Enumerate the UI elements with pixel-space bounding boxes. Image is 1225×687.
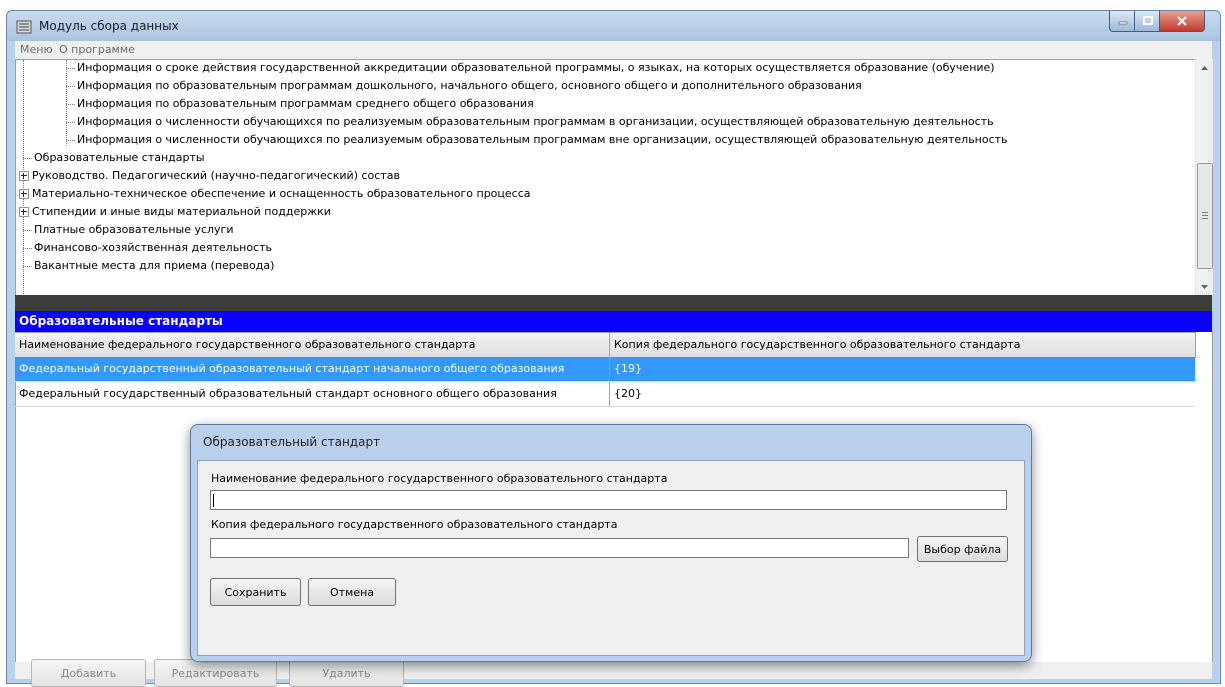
splitter[interactable] (15, 295, 1212, 311)
window-title: Модуль сбора данных (39, 19, 179, 33)
edit-button[interactable]: Редактировать (154, 659, 277, 687)
cancel-button[interactable]: Отмена (308, 578, 396, 606)
delete-button[interactable]: Удалить (289, 659, 404, 687)
add-button[interactable]: Добавить (31, 659, 146, 687)
scroll-down-button[interactable] (1196, 278, 1213, 295)
tree-item-equipment[interactable]: Материально-техническое обеспечение и ос… (19, 186, 531, 202)
expand-icon[interactable] (19, 171, 29, 181)
menu-item-menu[interactable]: Меню (20, 43, 53, 56)
scroll-up-button[interactable] (1196, 59, 1213, 76)
arrow-up-icon (1201, 65, 1208, 70)
tree-item-child[interactable]: Информация по образовательным программам… (66, 96, 534, 112)
tree-item-paid-services[interactable]: Платные образовательные услуги (23, 222, 234, 238)
cell-copy: {20} (614, 387, 642, 400)
arrow-down-icon (1201, 284, 1208, 289)
expand-icon[interactable] (19, 189, 29, 199)
tree-item-scholarships[interactable]: Стипендии и иные виды материальной подде… (19, 204, 331, 220)
text-caret (213, 494, 214, 507)
close-button[interactable] (1159, 11, 1205, 32)
dialog-title: Образовательный стандарт (203, 435, 381, 449)
title-bar[interactable]: Модуль сбора данных (7, 11, 1220, 41)
tree-item-child[interactable]: Информация по образовательным программам… (66, 78, 862, 94)
menu-item-about[interactable]: О программе (59, 43, 135, 56)
browse-file-button[interactable]: Выбор файла (917, 536, 1008, 562)
column-header-name[interactable]: Наименование федерального государственно… (15, 333, 610, 357)
copy-label: Копия федерального государственного обра… (211, 518, 618, 531)
tree-item-child[interactable]: Информация о численности обучающихся по … (66, 132, 1008, 148)
tree-item-child[interactable]: Информация о численности обучающихся по … (66, 114, 994, 130)
grip-icon (1202, 212, 1208, 219)
tree-item-standards[interactable]: Образовательные стандарты (23, 150, 205, 166)
minimize-icon (1118, 21, 1127, 25)
name-input[interactable] (210, 490, 1007, 510)
tree-item-vacancies[interactable]: Вакантные места для приема (перевода) (23, 258, 274, 274)
tree-item-staff[interactable]: Руководство. Педагогический (научно-педа… (19, 168, 400, 184)
cell-copy: {19} (614, 362, 642, 375)
maximize-icon (1142, 16, 1153, 25)
table-row[interactable]: Федеральный государственный образователь… (15, 357, 1195, 382)
column-header-copy[interactable]: Копия федерального государственного обра… (610, 333, 1195, 357)
cell-name: Федеральный государственный образователь… (15, 382, 610, 406)
section-title: Образовательные стандарты (15, 311, 1212, 332)
table-header: Наименование федерального государственно… (15, 332, 1196, 358)
scroll-thumb[interactable] (1197, 163, 1213, 269)
tree-item-finance[interactable]: Финансово-хозяйственная деятельность (23, 240, 272, 256)
maximize-button[interactable] (1134, 11, 1161, 32)
dialog-body: Наименование федерального государственно… (197, 460, 1025, 656)
menu-bar: Меню О программе (15, 41, 1212, 60)
close-icon (1177, 16, 1187, 26)
standard-dialog: Образовательный стандарт Наименование фе… (190, 424, 1032, 662)
cell-name: Федеральный государственный образователь… (15, 357, 610, 381)
app-icon (16, 20, 32, 34)
sections-tree[interactable]: Информация о сроке действия государствен… (15, 59, 1196, 297)
table-row[interactable]: Федеральный государственный образователь… (15, 382, 1195, 407)
name-label: Наименование федерального государственно… (211, 472, 668, 485)
copy-input[interactable] (210, 538, 909, 558)
minimize-button[interactable] (1109, 11, 1136, 32)
expand-icon[interactable] (19, 207, 29, 217)
tree-item-child[interactable]: Информация о сроке действия государствен… (66, 60, 995, 76)
save-button[interactable]: Сохранить (210, 578, 301, 606)
tree-scrollbar[interactable] (1195, 59, 1213, 295)
